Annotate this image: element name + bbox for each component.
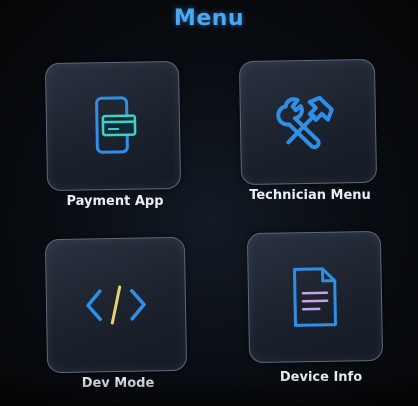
payment-app-label: Payment App xyxy=(66,194,164,209)
technician-menu-tile[interactable] xyxy=(238,58,378,186)
technician-menu-label: Technician Menu xyxy=(249,188,371,203)
device-info-label: Device Info xyxy=(279,370,363,385)
code-brackets-icon xyxy=(86,285,146,325)
menu-screen: Menu Payment App Technician Menu Dev Mod… xyxy=(0,0,418,406)
payment-app-tile[interactable] xyxy=(44,60,182,192)
page-title: Menu xyxy=(173,6,245,31)
dev-mode-tile[interactable] xyxy=(44,236,188,374)
document-icon xyxy=(293,267,337,327)
dev-mode-label: Dev Mode xyxy=(81,376,155,391)
payment-app-icon xyxy=(95,96,137,154)
device-info-tile[interactable] xyxy=(246,230,384,364)
wrench-hammer-icon xyxy=(276,95,334,150)
